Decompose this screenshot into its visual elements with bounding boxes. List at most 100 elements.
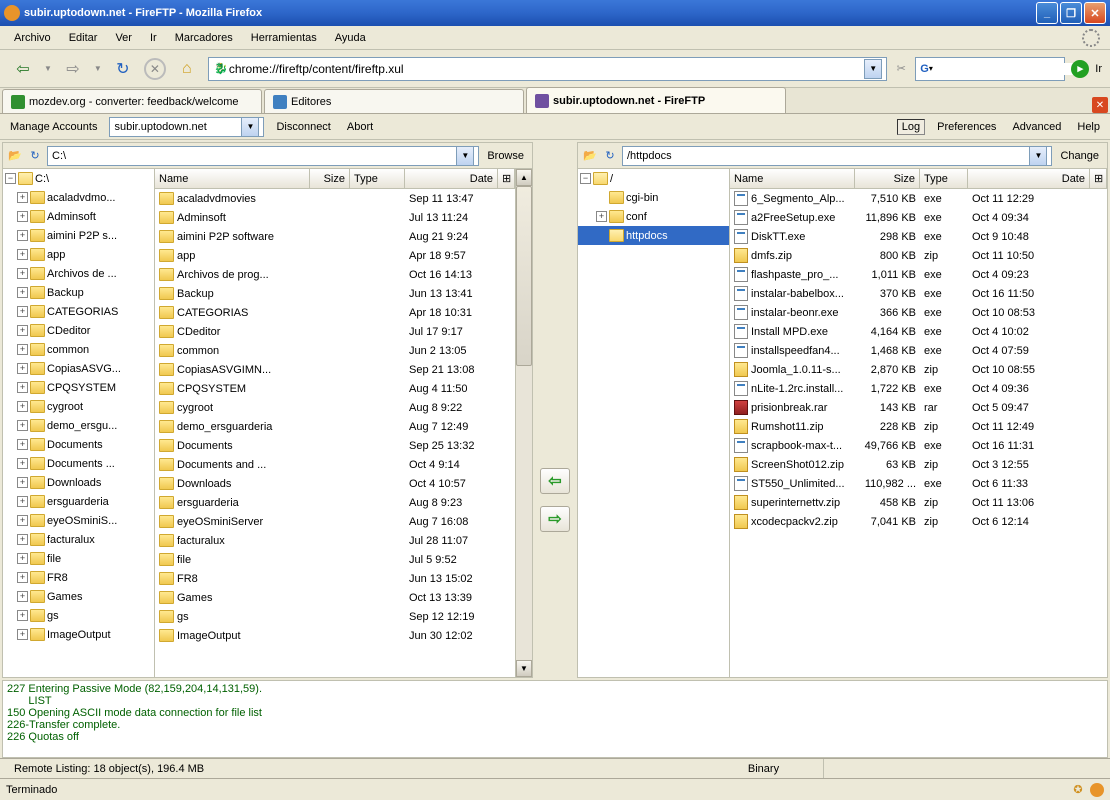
col-date[interactable]: Date: [405, 169, 498, 188]
menu-ir[interactable]: Ir: [142, 30, 165, 46]
file-row[interactable]: ersguarderiaAug 8 9:23: [155, 493, 515, 512]
local-tree[interactable]: −C:\+acaladvdmo...+Adminsoft+aimini P2P …: [3, 169, 155, 677]
file-row[interactable]: dmfs.zip800 KBzipOct 11 10:50: [730, 246, 1107, 265]
tree-item[interactable]: +Backup: [3, 283, 154, 302]
tree-item[interactable]: +Downloads: [3, 473, 154, 492]
file-row[interactable]: a2FreeSetup.exe11,896 KBexeOct 4 09:34: [730, 208, 1107, 227]
file-row[interactable]: ImageOutputJun 30 12:02: [155, 626, 515, 645]
go-button[interactable]: ▸: [1071, 60, 1089, 78]
file-row[interactable]: 6_Segmento_Alp...7,510 KBexeOct 11 12:29: [730, 189, 1107, 208]
scrollbar[interactable]: ▲ ▼: [515, 169, 532, 677]
file-row[interactable]: Documents and ...Oct 4 9:14: [155, 455, 515, 474]
col-type[interactable]: Type: [920, 169, 968, 188]
file-row[interactable]: gsSep 12 12:19: [155, 607, 515, 626]
file-row[interactable]: Rumshot11.zip228 KBzipOct 11 12:49: [730, 417, 1107, 436]
col-size[interactable]: Size: [310, 169, 350, 188]
tab-fireftp[interactable]: subir.uptodown.net - FireFTP: [526, 87, 786, 113]
tree-item[interactable]: +Documents: [3, 435, 154, 454]
scroll-thumb[interactable]: [516, 186, 532, 366]
tree-item[interactable]: +conf: [578, 207, 729, 226]
file-row[interactable]: Install MPD.exe4,164 KBexeOct 4 10:02: [730, 322, 1107, 341]
file-row[interactable]: CDeditorJul 17 9:17: [155, 322, 515, 341]
tab-close-button[interactable]: ✕: [1092, 97, 1108, 113]
scroll-up-icon[interactable]: ▲: [516, 169, 532, 186]
file-row[interactable]: fileJul 5 9:52: [155, 550, 515, 569]
file-row[interactable]: ScreenShot012.zip63 KBzipOct 3 12:55: [730, 455, 1107, 474]
tree-item[interactable]: +facturalux: [3, 530, 154, 549]
file-row[interactable]: DiskTT.exe298 KBexeOct 9 10:48: [730, 227, 1107, 246]
tree-item[interactable]: +ersguarderia: [3, 492, 154, 511]
dropdown-icon[interactable]: ▼: [456, 146, 474, 166]
menu-archivo[interactable]: Archivo: [6, 30, 59, 46]
file-row[interactable]: scrapbook-max-t...49,766 KBexeOct 16 11:…: [730, 436, 1107, 455]
up-folder-icon[interactable]: 📂: [7, 148, 23, 164]
tree-item[interactable]: +acaladvdmo...: [3, 188, 154, 207]
firefox-status-icon[interactable]: [1090, 783, 1104, 797]
tree-item[interactable]: httpdocs: [578, 226, 729, 245]
tree-item[interactable]: +cygroot: [3, 397, 154, 416]
col-name[interactable]: Name: [730, 169, 855, 188]
file-row[interactable]: prisionbreak.rar143 KBrarOct 5 09:47: [730, 398, 1107, 417]
file-row[interactable]: appApr 18 9:57: [155, 246, 515, 265]
tree-item[interactable]: +Adminsoft: [3, 207, 154, 226]
tree-item[interactable]: +ImageOutput: [3, 625, 154, 644]
extension-icon[interactable]: ✪: [1070, 782, 1086, 798]
change-button[interactable]: Change: [1056, 148, 1103, 164]
col-type[interactable]: Type: [350, 169, 405, 188]
tree-root[interactable]: −C:\: [3, 169, 154, 188]
tree-item[interactable]: +demo_ersgu...: [3, 416, 154, 435]
tree-item[interactable]: +Games: [3, 587, 154, 606]
disconnect-button[interactable]: Disconnect: [272, 119, 334, 135]
file-row[interactable]: commonJun 2 13:05: [155, 341, 515, 360]
file-row[interactable]: acaladvdmoviesSep 11 13:47: [155, 189, 515, 208]
download-button[interactable]: ⇦: [540, 468, 570, 494]
tree-item[interactable]: +Documents ...: [3, 454, 154, 473]
url-bar[interactable]: 🐉 ▼: [208, 57, 887, 81]
remote-path-input[interactable]: /httpdocs ▼: [622, 146, 1052, 166]
tree-item[interactable]: cgi-bin: [578, 188, 729, 207]
stop-button[interactable]: ✕: [144, 58, 166, 80]
file-row[interactable]: Joomla_1.0.11-s...2,870 KBzipOct 10 08:5…: [730, 360, 1107, 379]
tree-item[interactable]: +CATEGORIAS: [3, 302, 154, 321]
file-row[interactable]: eyeOSminiServerAug 7 16:08: [155, 512, 515, 531]
close-button[interactable]: ✕: [1084, 2, 1106, 24]
help-button[interactable]: Help: [1073, 119, 1104, 135]
home-button[interactable]: ⌂: [172, 54, 202, 84]
url-input[interactable]: [229, 62, 864, 76]
up-folder-icon[interactable]: 📂: [582, 148, 598, 164]
dropdown-icon[interactable]: ▼: [241, 117, 259, 137]
account-dropdown[interactable]: subir.uptodown.net ▼: [109, 117, 264, 137]
col-config-icon[interactable]: ⊞: [1090, 169, 1107, 188]
tab-editores[interactable]: Editores: [264, 89, 524, 113]
file-row[interactable]: cygrootAug 8 9:22: [155, 398, 515, 417]
file-row[interactable]: BackupJun 13 13:41: [155, 284, 515, 303]
file-row[interactable]: instalar-babelbox...370 KBexeOct 16 11:5…: [730, 284, 1107, 303]
file-row[interactable]: facturaluxJul 28 11:07: [155, 531, 515, 550]
refresh-icon[interactable]: ↻: [602, 148, 618, 164]
tree-item[interactable]: +CopiasASVG...: [3, 359, 154, 378]
upload-button[interactable]: ⇨: [540, 506, 570, 532]
feed-icon[interactable]: ✂: [893, 61, 909, 77]
url-dropdown-icon[interactable]: ▼: [864, 59, 882, 79]
advanced-button[interactable]: Advanced: [1008, 119, 1065, 135]
file-row[interactable]: demo_ersguarderiaAug 7 12:49: [155, 417, 515, 436]
col-size[interactable]: Size: [855, 169, 920, 188]
file-row[interactable]: nLite-1.2rc.install...1,722 KBexeOct 4 0…: [730, 379, 1107, 398]
tab-mozdev[interactable]: mozdev.org - converter: feedback/welcome: [2, 89, 262, 113]
tree-item[interactable]: +FR8: [3, 568, 154, 587]
manage-accounts-button[interactable]: Manage Accounts: [6, 119, 101, 135]
tree-item[interactable]: +gs: [3, 606, 154, 625]
search-input[interactable]: [937, 63, 1079, 75]
menu-ver[interactable]: Ver: [107, 30, 140, 46]
reload-button[interactable]: ↻: [108, 54, 138, 84]
menu-editar[interactable]: Editar: [61, 30, 106, 46]
log-button[interactable]: Log: [897, 119, 925, 135]
local-path-input[interactable]: C:\ ▼: [47, 146, 479, 166]
maximize-button[interactable]: ❐: [1060, 2, 1082, 24]
search-box[interactable]: G▾: [915, 57, 1065, 81]
file-row[interactable]: ST550_Unlimited...110,982 ...exeOct 6 11…: [730, 474, 1107, 493]
col-date[interactable]: Date: [968, 169, 1090, 188]
tree-item[interactable]: +common: [3, 340, 154, 359]
dropdown-icon[interactable]: ▼: [1029, 146, 1047, 166]
tree-item[interactable]: +CDeditor: [3, 321, 154, 340]
